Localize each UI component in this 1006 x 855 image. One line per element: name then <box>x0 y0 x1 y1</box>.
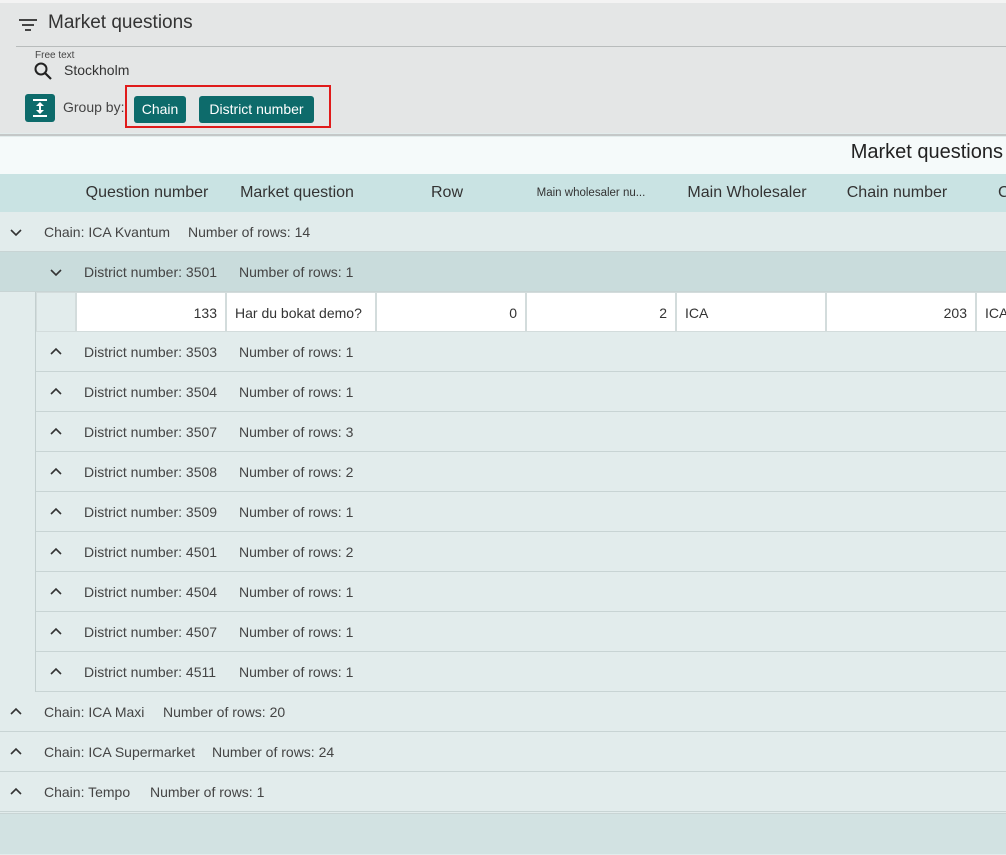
chevron-up-icon[interactable] <box>50 426 62 438</box>
chevron-up-icon[interactable] <box>10 706 22 718</box>
cell-main-wholesaler-number[interactable]: 2 <box>526 292 676 332</box>
table-footer <box>0 813 1006 854</box>
free-text-label: Free text <box>35 50 75 61</box>
chevron-down-icon[interactable] <box>50 266 62 278</box>
free-text-input[interactable]: Stockholm <box>64 62 129 78</box>
group-row-district[interactable]: District number: 3503 Number of rows: 1 <box>36 332 1006 372</box>
chevron-up-icon[interactable] <box>50 626 62 638</box>
group-row-district[interactable]: District number: 3509 Number of rows: 1 <box>36 492 1006 532</box>
chevron-up-icon[interactable] <box>50 666 62 678</box>
column-header-question-number[interactable]: Question number <box>76 174 218 212</box>
group-count: Number of rows: 1 <box>239 624 354 640</box>
cell-market-question[interactable]: Har du bokat demo? <box>226 292 376 332</box>
cell-question-number[interactable]: 133 <box>76 292 226 332</box>
group-label: District number: 3509 <box>84 504 218 520</box>
chevron-up-icon[interactable] <box>50 506 62 518</box>
group-label: District number: 3501 <box>84 264 218 280</box>
group-count: Number of rows: 1 <box>239 384 354 400</box>
column-header-market-question[interactable]: Market question <box>226 174 368 212</box>
chevron-up-icon[interactable] <box>50 546 62 558</box>
group-count: Number of rows: 20 <box>163 704 286 720</box>
group-count: Number of rows: 1 <box>239 264 354 280</box>
group-toggle-button[interactable] <box>25 94 55 122</box>
group-label: Chain: ICA Kvantum <box>44 224 171 240</box>
chevron-up-icon[interactable] <box>10 746 22 758</box>
table-title: Market questions <box>850 141 1003 163</box>
group-row-chain[interactable]: Chain: ICA Maxi Number of rows: 20 <box>0 692 1006 732</box>
group-count: Number of rows: 14 <box>188 224 311 240</box>
group-label: District number: 3508 <box>84 464 218 480</box>
group-count: Number of rows: 1 <box>239 344 354 360</box>
group-label: District number: 3507 <box>84 424 218 440</box>
group-chip-district-number[interactable]: District number <box>199 96 314 123</box>
divider <box>0 134 1006 136</box>
chevron-up-icon[interactable] <box>50 586 62 598</box>
group-count: Number of rows: 24 <box>212 744 335 760</box>
cell-chain[interactable]: ICA <box>976 292 1006 332</box>
group-row-district[interactable]: District number: 3504 Number of rows: 1 <box>36 372 1006 412</box>
group-label: District number: 4501 <box>84 544 218 560</box>
group-row-chain[interactable]: Chain: ICA Kvantum Number of rows: 14 <box>0 212 1006 252</box>
group-count: Number of rows: 3 <box>239 424 354 440</box>
table-header: Question number Market question Row Main… <box>0 174 1006 212</box>
group-label: District number: 3504 <box>84 384 218 400</box>
cell-chain-number[interactable]: 203 <box>826 292 976 332</box>
table-row[interactable]: 133 Har du bokat demo? 0 2 ICA 203 ICA <box>36 292 1006 332</box>
group-count: Number of rows: 1 <box>150 784 265 800</box>
group-chip-chain[interactable]: Chain <box>134 96 186 123</box>
group-row-district[interactable]: District number: 3508 Number of rows: 2 <box>36 452 1006 492</box>
table-title-bar: Market questions <box>0 137 1006 174</box>
group-count: Number of rows: 2 <box>239 544 354 560</box>
group-row-district[interactable]: District number: 4504 Number of rows: 1 <box>36 572 1006 612</box>
group-row-district[interactable]: District number: 4511 Number of rows: 1 <box>36 652 1006 692</box>
chevron-up-icon[interactable] <box>50 346 62 358</box>
group-label: Chain: ICA Supermarket <box>44 744 195 760</box>
expand-vertical-icon <box>33 99 47 117</box>
group-row-chain[interactable]: Chain: Tempo Number of rows: 1 <box>0 772 1006 812</box>
column-header-main-wholesaler[interactable]: Main Wholesaler <box>676 174 818 212</box>
divider <box>16 46 1006 47</box>
group-label: Chain: Tempo <box>44 784 131 800</box>
chevron-up-icon[interactable] <box>10 786 22 798</box>
row-indent-cell <box>36 292 76 332</box>
column-header-row[interactable]: Row <box>376 174 518 212</box>
column-header-main-wholesaler-number[interactable]: Main wholesaler nu... <box>530 174 652 212</box>
cell-main-wholesaler[interactable]: ICA <box>676 292 826 332</box>
cell-row[interactable]: 0 <box>376 292 526 332</box>
group-row-chain[interactable]: Chain: ICA Supermarket Number of rows: 2… <box>0 732 1006 772</box>
group-count: Number of rows: 2 <box>239 464 354 480</box>
group-count: Number of rows: 1 <box>239 504 354 520</box>
group-row-district[interactable]: District number: 4507 Number of rows: 1 <box>36 612 1006 652</box>
column-header-chain-number[interactable]: Chain number <box>826 174 968 212</box>
group-label: District number: 4511 <box>84 664 217 680</box>
page-title: Market questions <box>48 12 193 33</box>
chevron-up-icon[interactable] <box>50 386 62 398</box>
group-count: Number of rows: 1 <box>239 584 354 600</box>
toolbar: Market questions Free text Stockholm Gro… <box>0 0 1006 136</box>
column-header-chain[interactable]: C <box>998 174 1006 212</box>
group-row-district[interactable]: District number: 3501 Number of rows: 1 <box>0 252 1006 292</box>
filter-list-icon[interactable] <box>18 15 38 35</box>
group-label: District number: 4507 <box>84 624 218 640</box>
search-icon <box>34 62 52 80</box>
group-count: Number of rows: 1 <box>239 664 354 680</box>
group-label: District number: 3503 <box>84 344 218 360</box>
group-by-label: Group by: <box>63 99 125 115</box>
group-label: District number: 4504 <box>84 584 218 600</box>
group-row-district[interactable]: District number: 3507 Number of rows: 3 <box>36 412 1006 452</box>
group-label: Chain: ICA Maxi <box>44 704 145 720</box>
chevron-up-icon[interactable] <box>50 466 62 478</box>
group-row-district[interactable]: District number: 4501 Number of rows: 2 <box>36 532 1006 572</box>
chevron-down-icon[interactable] <box>10 226 22 238</box>
group-indent <box>0 292 36 692</box>
